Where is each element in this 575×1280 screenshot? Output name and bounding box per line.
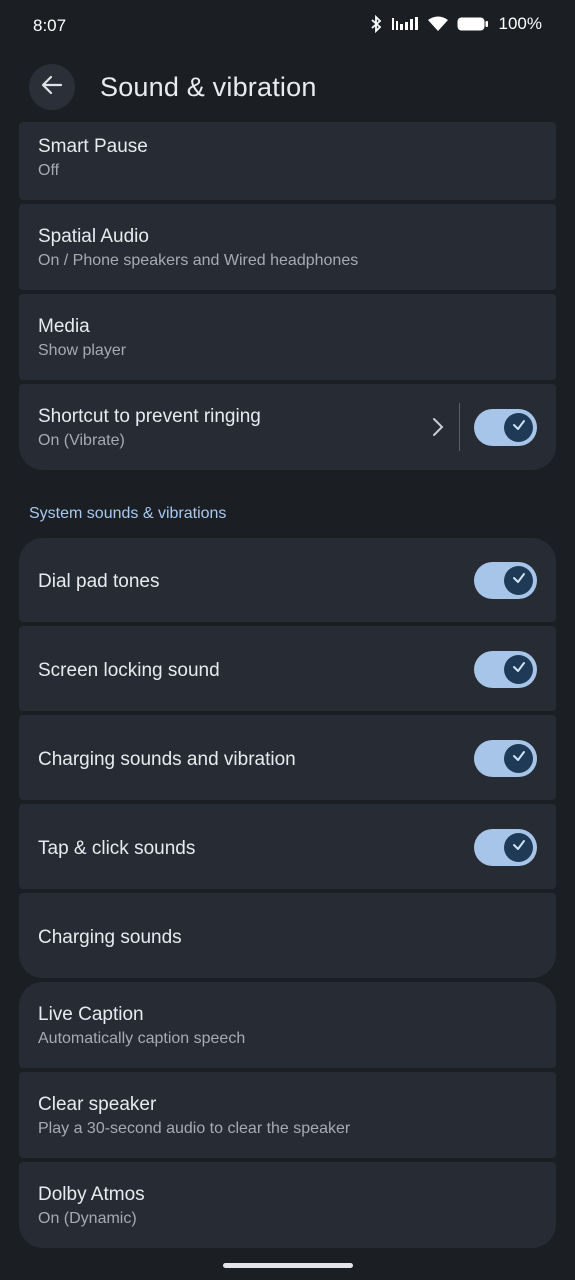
toggle-switch[interactable] [474,651,537,688]
setting-charging-sounds[interactable]: Charging sounds [19,893,556,978]
setting-title: Clear speaker [38,1094,157,1115]
toggle-knob [504,566,533,595]
back-button[interactable] [29,64,75,110]
toggle-knob [504,655,533,684]
setting-dial-pad-tones[interactable]: Dial pad tones [19,538,556,622]
setting-subtitle: Play a 30-second audio to clear the spea… [38,1120,351,1137]
setting-screen-locking-sound[interactable]: Screen locking sound [19,626,556,711]
setting-smart-pause[interactable]: Smart Pause Off [19,122,556,200]
chevron-right-icon[interactable] [431,416,445,443]
toggle-knob [504,413,533,442]
check-icon [511,748,527,769]
toggle-knob [504,833,533,862]
app-bar: Sound & vibration [0,60,575,118]
setting-dolby-atmos[interactable]: Dolby Atmos On (Dynamic) [19,1162,556,1248]
setting-title: Shortcut to prevent ringing [38,406,261,427]
setting-clear-speaker[interactable]: Clear speaker Play a 30-second audio to … [19,1072,556,1158]
battery-percentage: 100% [498,14,542,33]
setting-subtitle: Off [38,162,60,179]
home-indicator[interactable] [223,1263,353,1268]
setting-title: Charging sounds [38,927,182,948]
check-icon [511,417,527,438]
bluetooth-icon [369,15,383,33]
setting-title: Screen locking sound [38,660,220,681]
setting-title: Media [38,316,90,337]
setting-title: Spatial Audio [38,226,149,247]
section-header-system-sounds: System sounds & vibrations [29,505,227,522]
setting-subtitle: Automatically caption speech [38,1030,246,1047]
toggle-switch[interactable] [474,409,537,446]
setting-tap-click-sounds[interactable]: Tap & click sounds [19,804,556,889]
status-time: 8:07 [33,16,67,35]
setting-title: Live Caption [38,1004,144,1025]
setting-subtitle: Show player [38,342,127,359]
wifi-icon [427,16,449,32]
setting-title: Charging sounds and vibration [38,749,296,770]
toggle-switch[interactable] [474,740,537,777]
status-bar: 8:07 100% [0,0,575,52]
setting-shortcut-prevent-ringing[interactable]: Shortcut to prevent ringing On (Vibrate) [19,384,556,470]
setting-subtitle: On (Dynamic) [38,1210,137,1227]
check-icon [511,570,527,591]
check-icon [511,659,527,680]
toggle-switch[interactable] [474,829,537,866]
check-icon [511,837,527,858]
setting-live-caption[interactable]: Live Caption Automatically caption speec… [19,982,556,1068]
vertical-divider [459,403,460,451]
toggle-switch[interactable] [474,562,537,599]
setting-subtitle: On (Vibrate) [38,432,125,449]
arrow-back-icon [41,74,63,101]
setting-subtitle: On / Phone speakers and Wired headphones [38,252,359,269]
battery-icon [457,16,489,32]
setting-title: Dolby Atmos [38,1184,145,1205]
status-icons: 100% [369,14,542,34]
signal-icon [391,16,419,32]
setting-spatial-audio[interactable]: Spatial Audio On / Phone speakers and Wi… [19,204,556,290]
toggle-knob [504,744,533,773]
setting-title: Dial pad tones [38,571,160,592]
setting-media[interactable]: Media Show player [19,294,556,380]
setting-title: Smart Pause [38,136,148,157]
setting-charging-sounds-vibration[interactable]: Charging sounds and vibration [19,715,556,800]
page-title: Sound & vibration [100,72,317,102]
setting-title: Tap & click sounds [38,838,196,859]
